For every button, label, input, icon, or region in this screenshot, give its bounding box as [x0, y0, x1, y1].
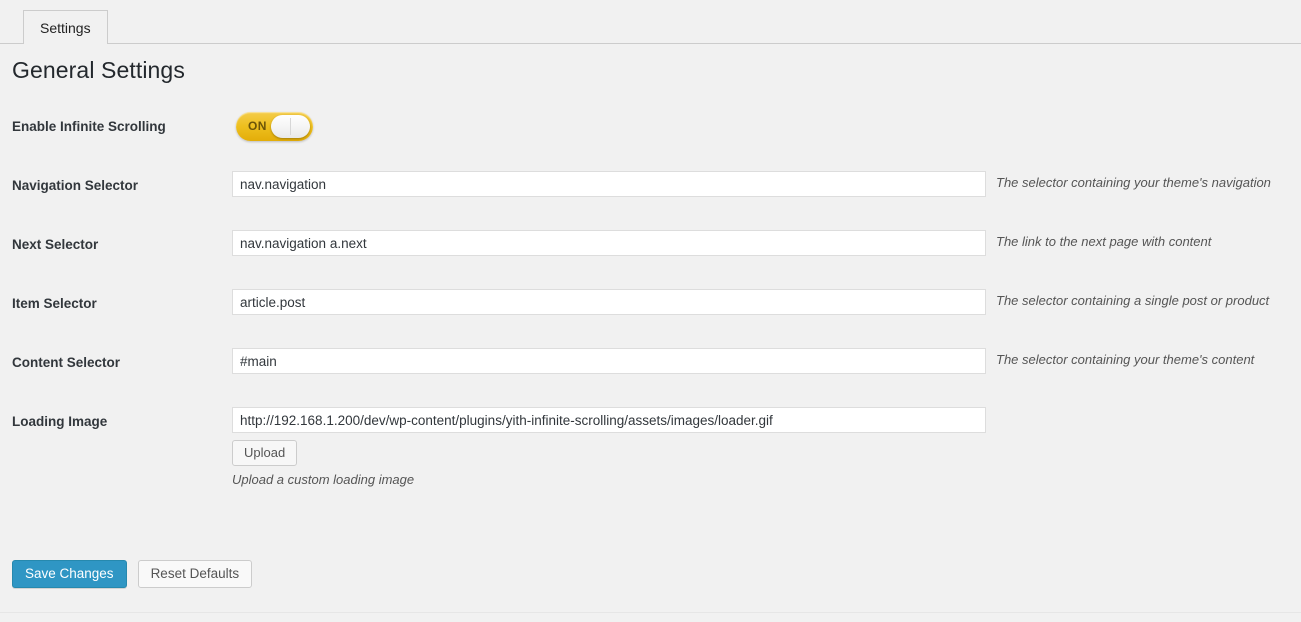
row-content-selector: Content Selector The selector containing…: [0, 340, 1301, 399]
next-selector-input[interactable]: [232, 230, 986, 256]
page-title: General Settings: [12, 56, 185, 85]
form-actions: Save Changes Reset Defaults: [12, 560, 252, 588]
row-next-selector: Next Selector The link to the next page …: [0, 222, 1301, 281]
row-loading-image: Loading Image Upload Upload a custom loa…: [0, 399, 1301, 489]
reset-defaults-button[interactable]: Reset Defaults: [138, 560, 253, 588]
tab-settings-label: Settings: [40, 21, 91, 35]
tab-bar: Settings: [0, 0, 1301, 44]
row-item-selector: Item Selector The selector containing a …: [0, 281, 1301, 340]
label-navigation-selector: Navigation Selector: [12, 177, 222, 195]
toggle-state-label: ON: [248, 112, 267, 141]
description-item-selector: The selector containing a single post or…: [996, 292, 1269, 310]
description-next-selector: The link to the next page with content: [996, 233, 1211, 251]
content-selector-input[interactable]: [232, 348, 986, 374]
item-selector-input[interactable]: [232, 289, 986, 315]
save-changes-button[interactable]: Save Changes: [12, 560, 127, 588]
description-content-selector: The selector containing your theme's con…: [996, 351, 1254, 369]
label-loading-image: Loading Image: [12, 413, 222, 431]
page-bottom-divider: [0, 612, 1301, 613]
settings-form: Enable Infinite Scrolling ON Navigation …: [0, 104, 1301, 489]
tab-bar-divider: [0, 43, 1301, 44]
label-item-selector: Item Selector: [12, 295, 222, 313]
enable-infinite-scrolling-toggle[interactable]: ON: [236, 112, 313, 141]
toggle-knob[interactable]: [271, 115, 310, 138]
description-loading-image: Upload a custom loading image: [232, 471, 414, 489]
label-content-selector: Content Selector: [12, 354, 222, 372]
label-next-selector: Next Selector: [12, 236, 222, 254]
description-navigation-selector: The selector containing your theme's nav…: [996, 174, 1271, 192]
navigation-selector-input[interactable]: [232, 171, 986, 197]
label-enable-infinite-scrolling: Enable Infinite Scrolling: [12, 118, 222, 136]
tab-settings[interactable]: Settings: [23, 10, 108, 44]
upload-button[interactable]: Upload: [232, 440, 297, 466]
row-navigation-selector: Navigation Selector The selector contain…: [0, 163, 1301, 222]
loading-image-input[interactable]: [232, 407, 986, 433]
row-enable-infinite-scrolling: Enable Infinite Scrolling ON: [0, 104, 1301, 163]
